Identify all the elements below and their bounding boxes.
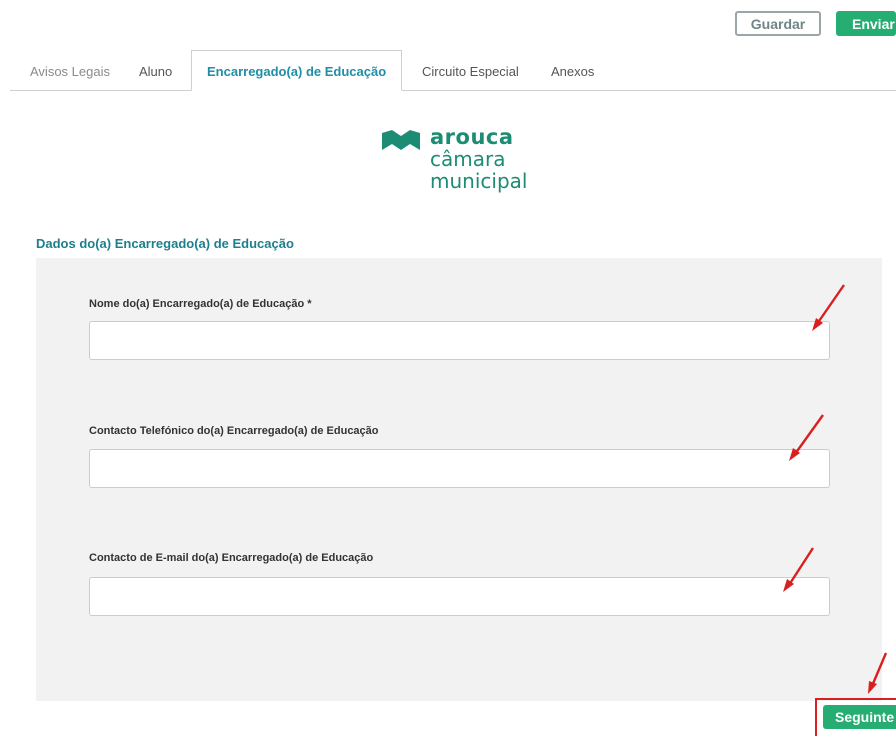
next-button[interactable]: Seguinte	[823, 705, 896, 729]
section-title: Dados do(a) Encarregado(a) de Educação	[36, 236, 294, 251]
top-actions: Guardar Enviar	[735, 11, 896, 37]
logo-line-arouca: arouca	[430, 125, 514, 149]
guardian-name-label: Nome do(a) Encarregado(a) de Educação *	[89, 298, 312, 310]
annotation-arrow-icon	[812, 284, 845, 331]
send-button[interactable]: Enviar	[836, 11, 896, 36]
guardian-phone-input[interactable]	[89, 449, 830, 488]
tab-circuito-especial[interactable]: Circuito Especial	[422, 50, 519, 91]
guardian-phone-label: Contacto Telefónico do(a) Encarregado(a)…	[89, 425, 379, 437]
logo-line-camara: câmara	[430, 147, 506, 171]
annotation-arrow-icon	[783, 547, 815, 592]
guardian-name-input[interactable]	[89, 321, 830, 360]
guardian-email-input[interactable]	[89, 577, 830, 616]
save-button[interactable]: Guardar	[735, 11, 821, 36]
next-button-highlight: Seguinte	[815, 698, 896, 736]
tab-anexos[interactable]: Anexos	[551, 50, 594, 91]
logo-line-municipal: municipal	[430, 169, 528, 193]
tab-avisos-legais[interactable]: Avisos Legais	[30, 50, 110, 91]
tab-encarregado-educacao[interactable]: Encarregado(a) de Educação	[191, 50, 403, 91]
arouca-logo-icon	[382, 130, 420, 150]
annotation-arrow-icon	[789, 414, 824, 461]
tab-bar: Avisos Legais Aluno Encarregado(a) de Ed…	[10, 50, 896, 91]
guardian-email-label: Contacto de E-mail do(a) Encarregado(a) …	[89, 552, 374, 564]
tab-aluno[interactable]: Aluno	[139, 50, 172, 91]
logo-text: arouca câmara municipal	[430, 126, 527, 192]
arouca-logo: arouca câmara municipal	[382, 126, 552, 202]
